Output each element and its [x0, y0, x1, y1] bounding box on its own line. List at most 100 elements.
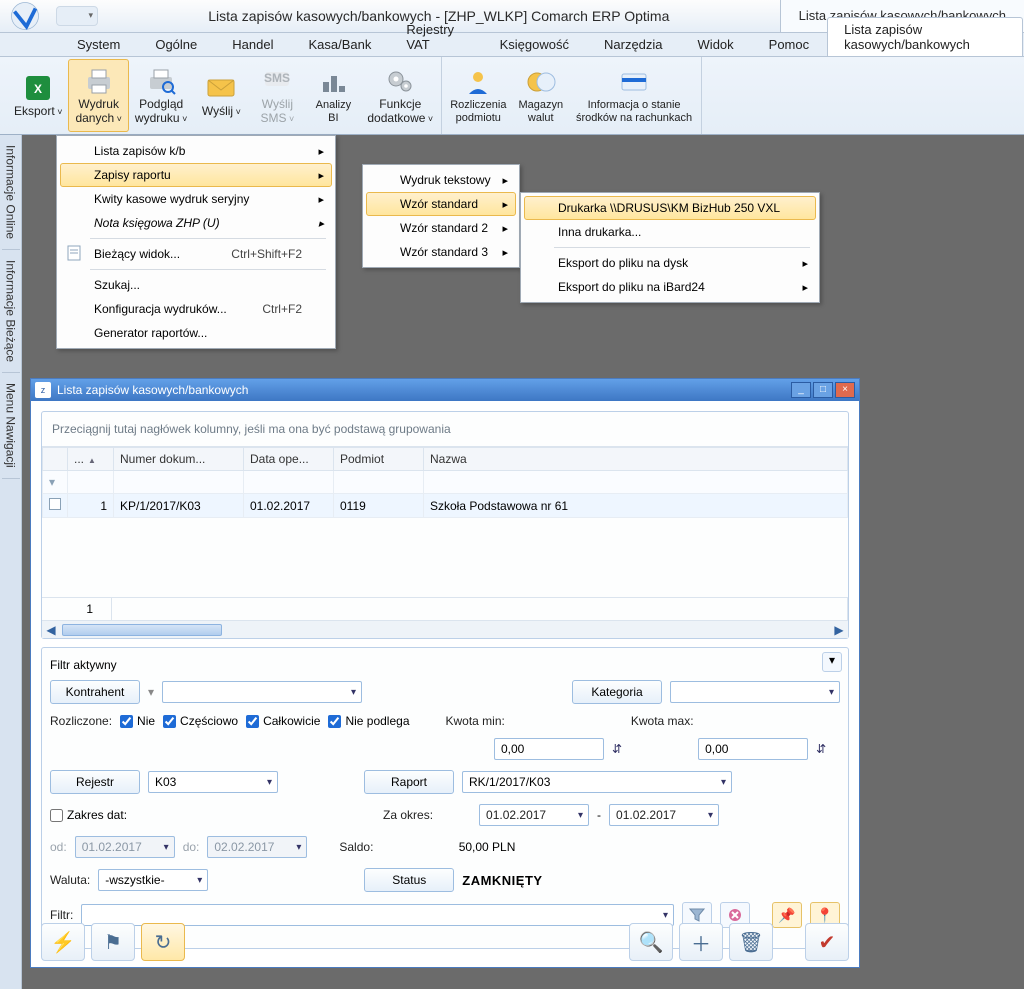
kontrahent-combo[interactable] — [162, 681, 362, 703]
menu-wzor-standard[interactable]: Wzór standard — [366, 192, 516, 216]
rejestr-combo[interactable]: K03 — [148, 771, 278, 793]
menu-inna-drukarka[interactable]: Inna drukarka... — [524, 220, 816, 244]
do-date-input[interactable]: 02.02.2017 — [207, 836, 307, 858]
menu-eksport-ibard24[interactable]: Eksport do pliku na iBard24 — [524, 275, 816, 299]
ribbon-podglad-wydruku-button[interactable]: Podgląd wydruku — [129, 59, 193, 132]
table-row[interactable]: 1 KP/1/2017/K03 01.02.2017 0119 Szkoła P… — [43, 494, 848, 518]
zaokres-to-input[interactable]: 01.02.2017 — [609, 804, 719, 826]
sidebar-tab-info-online[interactable]: Informacje Online — [2, 135, 20, 250]
person-icon — [462, 66, 494, 98]
waluta-combo[interactable]: -wszystkie- — [98, 869, 208, 891]
raport-button[interactable]: Raport — [364, 770, 454, 794]
menu-zapisy-raportu[interactable]: Zapisy raportu — [60, 163, 332, 187]
col-marker[interactable] — [43, 448, 68, 471]
tab-narzedzia[interactable]: Narzędzia — [587, 32, 680, 56]
col-nazwa[interactable]: Nazwa — [424, 448, 848, 471]
ribbon-wyslij-sms-button[interactable]: SMS Wyślij SMS — [249, 59, 305, 132]
records-grid[interactable]: ... Numer dokum... Data ope... Podmiot N… — [42, 447, 848, 518]
tab-context-lista[interactable]: Lista zapisów kasowych/bankowych — [827, 17, 1023, 56]
menu-wydruk-tekstowy[interactable]: Wydruk tekstowy — [366, 168, 516, 192]
sidebar-tab-info-biezace[interactable]: Informacje Bieżące — [2, 250, 20, 373]
col-numer-dokum[interactable]: Numer dokum... — [114, 448, 244, 471]
zakresdat-check[interactable]: Zakres dat: — [50, 808, 127, 822]
menu-szukaj[interactable]: Szukaj... — [60, 273, 332, 297]
ribbon-informacja-rachunki-button[interactable]: Informacja o stanie środków na rachunkac… — [569, 59, 699, 132]
action-refresh-button[interactable]: ↻ — [141, 923, 185, 961]
quick-access-toolbar[interactable] — [56, 6, 98, 26]
scroll-right-arrow[interactable]: ▶ — [830, 622, 848, 638]
ribbon-wyslij-button[interactable]: Wyślij — [193, 59, 249, 132]
kwota-max-input[interactable]: 0,00 — [698, 738, 808, 760]
ribbon-rozliczenia-podmiotu-button[interactable]: Rozliczenia podmiotu — [444, 59, 512, 132]
status-button[interactable]: Status — [364, 868, 454, 892]
zaokres-from-input[interactable]: 01.02.2017 — [479, 804, 589, 826]
tab-kasabank[interactable]: Kasa/Bank — [291, 32, 388, 56]
action-thunder-button[interactable]: ⚡ — [41, 923, 85, 961]
tab-system[interactable]: System — [60, 32, 137, 56]
sidebar-tab-menu-nawigacji[interactable]: Menu Nawigacji — [2, 373, 20, 479]
menu-generator-raportow[interactable]: Generator raportów... — [60, 321, 332, 345]
ribbon-funkcje-dodatkowe-button[interactable]: Funkcje dodatkowe — [361, 59, 439, 132]
grid-group-hint[interactable]: Przeciągnij tutaj nagłówek kolumny, jeśl… — [42, 412, 848, 447]
print-preview-icon — [145, 65, 177, 97]
gears-icon — [384, 65, 416, 97]
col-index[interactable]: ... — [68, 448, 114, 471]
child-minimize-button[interactable]: _ — [791, 382, 811, 398]
kwota-min-input[interactable]: 0,00 — [494, 738, 604, 760]
filter-funnel-icon[interactable]: ▾ — [49, 475, 55, 489]
tab-handel[interactable]: Handel — [215, 32, 290, 56]
action-plus-button[interactable]: ＋ — [679, 923, 723, 961]
menu-drukarka-default[interactable]: Drukarka \\DRUSUS\KM BizHub 250 VXL — [524, 196, 816, 220]
check-czesciowo[interactable]: Częściowo — [163, 714, 238, 728]
ribbon-eksport-button[interactable]: X Eksport — [8, 59, 68, 132]
menu-wzor-standard-2[interactable]: Wzór standard 2 — [366, 216, 516, 240]
col-data-ope[interactable]: Data ope... — [244, 448, 334, 471]
kontrahent-button[interactable]: Kontrahent — [50, 680, 140, 704]
child-window-titlebar[interactable]: z Lista zapisów kasowych/bankowych _ □ × — [31, 379, 859, 401]
grid-horizontal-scrollbar[interactable]: ◀ ▶ — [42, 620, 848, 638]
mail-icon — [205, 72, 237, 104]
menu-lista-zapisow[interactable]: Lista zapisów k/b — [60, 139, 332, 163]
menu-nota-ksiegowa[interactable]: Nota księgowa ZHP (U) — [60, 211, 332, 235]
menu-wzor-standard-3[interactable]: Wzór standard 3 — [366, 240, 516, 264]
ribbon-wydruk-danych-button[interactable]: Wydruk danych — [68, 59, 128, 132]
scroll-thumb[interactable] — [62, 624, 222, 636]
col-podmiot[interactable]: Podmiot — [334, 448, 424, 471]
ribbon-magazyn-walut-button[interactable]: Magazyn walut — [512, 59, 569, 132]
action-magnify-button[interactable]: 🔍 — [629, 923, 673, 961]
tab-ksiegowosc[interactable]: Księgowość — [483, 32, 586, 56]
action-trash-button[interactable]: 🗑 — [729, 923, 773, 961]
check-calkowicie[interactable]: Całkowicie — [246, 714, 320, 728]
sms-icon: SMS — [261, 65, 293, 97]
child-close-button[interactable]: × — [835, 382, 855, 398]
child-window-lista: z Lista zapisów kasowych/bankowych _ □ ×… — [30, 378, 860, 968]
status-value: ZAMKNIĘTY — [462, 873, 542, 888]
raport-combo[interactable]: RK/1/2017/K03 — [462, 771, 732, 793]
od-date-input[interactable]: 01.02.2017 — [75, 836, 175, 858]
tab-widok[interactable]: Widok — [681, 32, 751, 56]
check-nie[interactable]: Nie — [120, 714, 155, 728]
tab-rejestryvat[interactable]: Rejestry VAT — [389, 17, 481, 56]
kategoria-button[interactable]: Kategoria — [572, 680, 662, 704]
menu-konfig-wydrukow[interactable]: Konfiguracja wydruków...Ctrl+F2 — [60, 297, 332, 321]
menu-kwity-kasowe[interactable]: Kwity kasowe wydruk seryjny — [60, 187, 332, 211]
action-flag-button[interactable]: ⚑ — [91, 923, 135, 961]
ribbon-analizy-bi-button[interactable]: Analizy BI — [305, 59, 361, 132]
tab-pomoc[interactable]: Pomoc — [752, 32, 826, 56]
grid-filter-row[interactable]: ▾ — [43, 471, 848, 494]
child-maximize-button[interactable]: □ — [813, 382, 833, 398]
tab-ogolne[interactable]: Ogólne — [138, 32, 214, 56]
menu-eksport-dysk[interactable]: Eksport do pliku na dysk — [524, 251, 816, 275]
kategoria-combo[interactable] — [670, 681, 840, 703]
action-close-button[interactable]: ✔ — [805, 923, 849, 961]
filter-collapse-button[interactable]: ▾ — [822, 652, 842, 672]
rejestr-button[interactable]: Rejestr — [50, 770, 140, 794]
rozliczone-label: Rozliczone: — [50, 714, 112, 728]
account-info-icon — [618, 66, 650, 98]
row-checkbox[interactable] — [49, 498, 61, 510]
menu-biezacy-widok[interactable]: Bieżący widok...Ctrl+Shift+F2 — [60, 242, 332, 266]
check-niepodlega[interactable]: Nie podlega — [328, 714, 409, 728]
scroll-left-arrow[interactable]: ◀ — [42, 622, 60, 638]
cell-nazwa: Szkoła Podstawowa nr 61 — [424, 494, 848, 518]
sheet-icon — [66, 245, 84, 263]
